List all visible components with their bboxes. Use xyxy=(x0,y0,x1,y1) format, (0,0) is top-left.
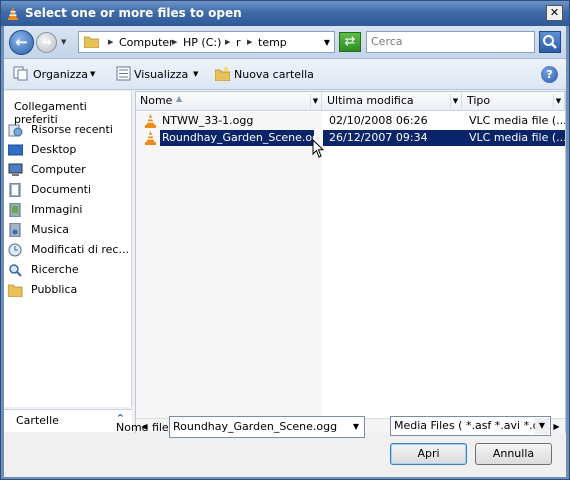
computer-icon xyxy=(8,163,23,176)
nav-item-computer[interactable]: Computer xyxy=(6,161,130,179)
desktop-icon xyxy=(8,144,23,156)
nav-item-pictures[interactable]: Immagini xyxy=(6,201,130,219)
refresh-icon: ⇄ xyxy=(344,34,356,49)
vlc-file-icon xyxy=(145,131,156,145)
close-button[interactable]: ✕ xyxy=(546,5,563,21)
breadcrumb-separator[interactable]: ▶ xyxy=(108,38,113,46)
breadcrumb-folder-r[interactable]: r xyxy=(236,36,241,49)
organize-menu[interactable]: Organizza xyxy=(33,68,88,81)
breadcrumb-folder-temp[interactable]: temp xyxy=(258,36,287,49)
open-file-dialog: Select one or more files to open ✕ ← → ▼… xyxy=(0,0,570,480)
breadcrumb-separator[interactable]: ▶ xyxy=(247,38,252,46)
address-dropdown-icon[interactable]: ▼ xyxy=(324,38,330,47)
magnifier-icon xyxy=(543,35,557,49)
views-dropdown-icon[interactable]: ▼ xyxy=(193,70,198,78)
nav-item-music[interactable]: Musica xyxy=(6,221,130,239)
documents-icon xyxy=(9,183,21,197)
file-name: NTWW_33-1.ogg xyxy=(162,114,254,127)
folders-toggle[interactable]: Cartelle ⌃ xyxy=(4,409,132,432)
help-icon: ? xyxy=(546,68,553,81)
sort-ascending-icon: ▲ xyxy=(176,94,183,103)
command-toolbar: Organizza ▼ Visualizza ▼ Nuova cartella … xyxy=(4,60,566,90)
filename-dropdown-icon[interactable]: ▼ xyxy=(349,418,363,436)
new-folder-button[interactable]: Nuova cartella xyxy=(234,68,314,81)
file-name: Roundhay_Garden_Scene.ogg xyxy=(160,130,314,146)
vlc-cone-icon xyxy=(8,7,18,20)
breadcrumb-drive[interactable]: HP (C:) xyxy=(183,36,221,49)
filetype-dropdown-icon[interactable]: ▼ xyxy=(535,418,549,434)
recent-pages-dropdown[interactable]: ▼ xyxy=(61,38,66,46)
navigation-pane: Collegamenti preferiti Risorse recenti D… xyxy=(4,91,132,407)
filename-input[interactable]: Roundhay_Garden_Scene.ogg ▼ xyxy=(169,416,365,438)
column-filter-dropdown[interactable]: ▼ xyxy=(310,94,320,108)
breadcrumb-separator[interactable]: ▶ xyxy=(225,38,230,46)
nav-item-desktop[interactable]: Desktop xyxy=(6,141,130,159)
navigation-bar: ← → ▼ ▶ Computer ▶ HP (C:) ▶ r ▶ temp ▼ … xyxy=(4,26,566,59)
back-arrow-icon: ← xyxy=(15,33,28,51)
search-button[interactable] xyxy=(539,31,561,53)
vlc-file-icon xyxy=(145,114,156,128)
help-button[interactable]: ? xyxy=(541,66,558,83)
new-folder-icon xyxy=(215,66,230,81)
searches-icon xyxy=(9,264,22,277)
nav-item-searches[interactable]: Ricerche xyxy=(6,261,130,279)
recently-changed-icon xyxy=(8,243,22,257)
nav-item-documents[interactable]: Documenti xyxy=(6,181,130,199)
folder-icon xyxy=(84,36,99,48)
pictures-icon xyxy=(9,203,21,217)
folders-label: Cartelle xyxy=(16,414,59,427)
mouse-cursor-icon xyxy=(312,139,325,158)
nav-item-recent[interactable]: Risorse recenti xyxy=(6,121,130,139)
file-type: VLC media file (.... xyxy=(469,114,565,127)
views-menu[interactable]: Visualizza xyxy=(134,68,188,81)
close-icon: ✕ xyxy=(549,6,560,19)
filetype-select[interactable]: Media Files ( *.asf *.avi *.divx ▼ xyxy=(390,416,551,436)
title-bar[interactable]: Select one or more files to open ✕ xyxy=(1,1,569,26)
column-filter-dropdown[interactable]: ▼ xyxy=(553,94,563,108)
column-headers: Nome ▲ ▼ Ultima modifica ▼ Tipo ▼ xyxy=(136,92,565,111)
breadcrumb-computer[interactable]: Computer xyxy=(119,36,174,49)
cancel-button[interactable]: Annulla xyxy=(475,443,552,465)
file-type: VLC media file (.... xyxy=(463,130,565,146)
file-row-selected[interactable]: Roundhay_Garden_Scene.ogg 26/12/2007 09:… xyxy=(136,130,565,146)
filename-label: Nome file: xyxy=(116,421,173,434)
breadcrumb-separator[interactable]: ▶ xyxy=(172,38,177,46)
dialog-body: ← → ▼ ▶ Computer ▶ HP (C:) ▶ r ▶ temp ▼ … xyxy=(4,26,566,477)
refresh-button[interactable]: ⇄ xyxy=(339,32,361,52)
nav-item-public[interactable]: Pubblica xyxy=(6,281,130,299)
nav-item-recently-changed[interactable]: Modificati di rec... xyxy=(6,241,130,259)
file-modified: 26/12/2007 09:34 xyxy=(323,130,465,146)
file-row[interactable]: NTWW_33-1.ogg 02/10/2008 06:26 VLC media… xyxy=(136,113,565,129)
address-bar[interactable]: ▶ Computer ▶ HP (C:) ▶ r ▶ temp ▼ xyxy=(78,31,335,53)
forward-button[interactable]: → xyxy=(36,32,57,53)
organize-dropdown-icon[interactable]: ▼ xyxy=(90,70,95,78)
open-button[interactable]: Apri xyxy=(390,443,467,465)
views-icon xyxy=(116,66,131,81)
file-modified: 02/10/2008 06:26 xyxy=(329,114,428,127)
column-header-name[interactable]: Nome ▲ ▼ xyxy=(136,92,322,111)
scroll-right-icon[interactable]: ▶ xyxy=(549,420,564,433)
column-filter-dropdown[interactable]: ▼ xyxy=(450,94,460,108)
public-icon xyxy=(8,284,23,297)
sorted-column-highlight xyxy=(136,112,322,418)
recent-icon xyxy=(8,124,23,137)
file-list: Nome ▲ ▼ Ultima modifica ▼ Tipo ▼ NTWW_3… xyxy=(135,91,566,433)
music-icon xyxy=(9,223,21,237)
back-button[interactable]: ← xyxy=(9,30,34,55)
column-header-modified[interactable]: Ultima modifica ▼ xyxy=(323,92,462,111)
organize-icon xyxy=(13,66,28,81)
forward-arrow-icon: → xyxy=(41,35,52,49)
column-header-type[interactable]: Tipo ▼ xyxy=(463,92,565,111)
window-title: Select one or more files to open xyxy=(25,6,242,20)
search-input[interactable]: Cerca xyxy=(366,31,535,53)
